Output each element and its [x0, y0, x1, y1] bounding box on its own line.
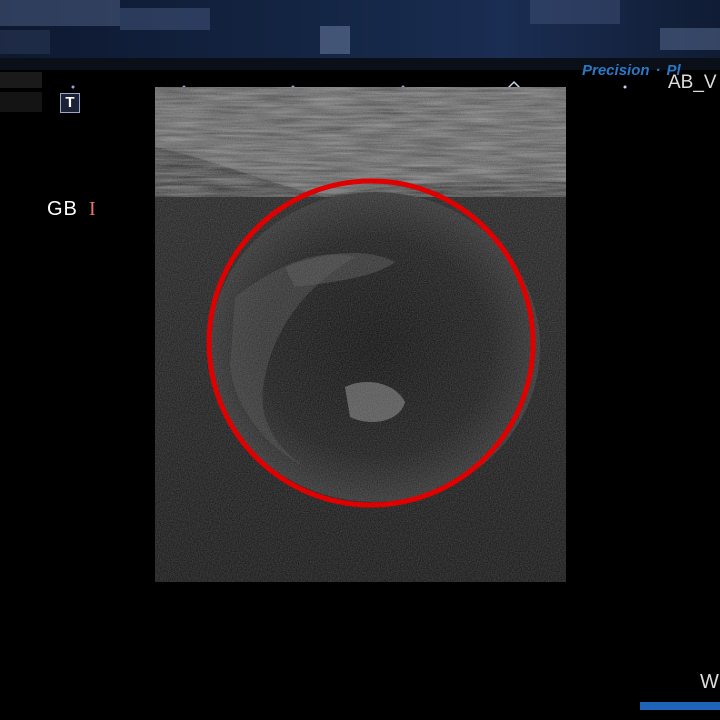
redacted-block — [0, 72, 42, 88]
brand-label: Precision — [582, 62, 650, 79]
orientation-marker-icon: I — [89, 198, 96, 220]
status-label: W — [700, 671, 719, 693]
redacted-block — [530, 0, 620, 24]
redacted-block — [320, 26, 350, 54]
redacted-block — [0, 0, 120, 26]
redacted-block — [0, 92, 42, 112]
brand-separator: · — [655, 62, 661, 79]
organ-label: GB — [47, 198, 78, 220]
text-annotation-icon[interactable]: T — [60, 93, 80, 113]
scale-dot — [71, 85, 75, 89]
status-bar — [640, 702, 720, 710]
speckle-noise — [155, 87, 566, 582]
redacted-block — [0, 30, 50, 54]
scale-dot — [623, 85, 627, 89]
redacted-header — [0, 0, 720, 58]
ultrasound-image — [155, 87, 566, 582]
exam-preset-label: AB_V — [668, 72, 717, 93]
brand-logo: Precision · Pl — [582, 62, 681, 79]
redacted-block — [120, 8, 210, 30]
redacted-block — [660, 28, 720, 50]
